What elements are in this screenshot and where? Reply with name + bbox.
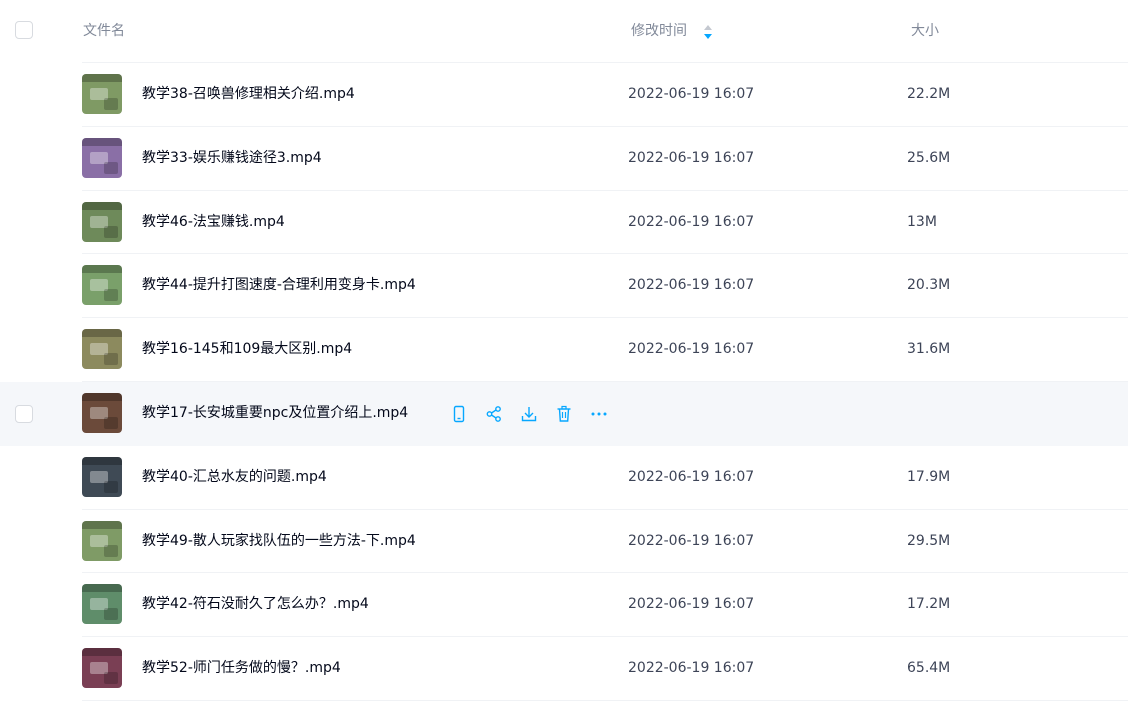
file-name[interactable]: 教学44-提升打图速度-合理利用变身卡.mp4 [142,275,416,295]
modified-time: 2022-06-19 16:07 [628,596,755,613]
phone-icon[interactable] [449,404,469,424]
video-thumbnail[interactable] [82,329,122,370]
file-name[interactable]: 教学38-召唤兽修理相关介绍.mp4 [142,84,355,104]
table-row[interactable]: 教学38-召唤兽修理相关介绍.mp4 2022-06-19 16:07 22.2M [0,63,1128,127]
video-thumbnail[interactable] [82,74,122,114]
table-row[interactable]: 教学49-散人玩家找队伍的一些方法-下.mp4 2022-06-19 16:07 2… [0,510,1128,574]
file-size: 65.4M [907,660,951,677]
file-list: 教学38-召唤兽修理相关介绍.mp4 2022-06-19 16:07 22.2M 教… [0,63,1128,701]
modified-time: 2022-06-19 16:07 [628,341,755,358]
table-row[interactable]: 教学52-师门任务做的慢？.mp4 2022-06-19 16:07 65.4M [0,637,1128,701]
file-name[interactable]: 教学17-长安城重要npc及位置介绍上.mp4 [142,403,408,423]
video-thumbnail[interactable] [82,648,122,689]
column-header-time[interactable]: 修改时间 [631,21,687,41]
video-thumbnail[interactable] [82,137,122,178]
video-thumbnail[interactable] [82,584,122,625]
modified-time: 2022-06-19 16:07 [628,213,755,230]
modified-time: 2022-06-19 16:07 [628,86,755,102]
file-size: 22.2M [907,86,951,102]
video-thumbnail[interactable] [82,265,122,306]
file-name[interactable]: 教学42-符石没耐久了怎么办？.mp4 [142,594,369,614]
table-row[interactable]: 教学16-145和109最大区别.mp4 2022-06-19 16:07 31.6… [0,318,1128,382]
video-thumbnail[interactable] [82,520,122,561]
table-row[interactable]: 教学40-汇总水友的问题.mp4 2022-06-19 16:07 17.9M [0,446,1128,510]
delete-icon[interactable] [554,404,574,424]
file-name[interactable]: 教学33-娱乐赚钱途径3.mp4 [142,148,322,168]
table-row[interactable]: 教学46-法宝赚钱.mp4 2022-06-19 16:07 13M [0,191,1128,255]
modified-time: 2022-06-19 16:07 [628,149,755,166]
share-icon[interactable] [484,404,504,424]
column-header-name[interactable]: 文件名 [83,21,125,41]
table-row[interactable]: 教学17-长安城重要npc及位置介绍上.mp4 [0,381,1128,446]
file-name[interactable]: 教学40-汇总水友的问题.mp4 [142,467,327,487]
file-size: 20.3M [907,277,951,294]
select-all-checkbox[interactable] [15,21,33,39]
file-size: 31.6M [907,341,951,358]
table-header: 文件名 修改时间 大小 [0,0,1128,63]
video-thumbnail[interactable] [82,456,122,497]
modified-time: 2022-06-19 16:07 [628,660,755,677]
file-name[interactable]: 教学46-法宝赚钱.mp4 [142,212,285,232]
file-size: 25.6M [907,149,951,166]
more-icon[interactable] [589,404,609,424]
column-header-size[interactable]: 大小 [911,21,939,41]
file-size: 13M [907,213,937,230]
file-name[interactable]: 教学16-145和109最大区别.mp4 [142,339,352,359]
table-row[interactable]: 教学44-提升打图速度-合理利用变身卡.mp4 2022-06-19 16:07 2… [0,254,1128,319]
modified-time: 2022-06-19 16:07 [628,277,755,294]
file-size: 29.5M [907,532,951,549]
file-name[interactable]: 教学52-师门任务做的慢？.mp4 [142,658,341,678]
table-row[interactable]: 教学33-娱乐赚钱途径3.mp4 2022-06-19 16:07 25.6M [0,127,1128,191]
modified-time: 2022-06-19 16:07 [628,468,755,485]
modified-time: 2022-06-19 16:07 [628,532,755,549]
video-thumbnail[interactable] [82,201,122,242]
file-size: 17.2M [907,596,951,613]
table-row[interactable]: 教学42-符石没耐久了怎么办？.mp4 2022-06-19 16:07 17.2M [0,573,1128,638]
sort-icon[interactable] [703,24,713,40]
download-icon[interactable] [519,404,539,424]
video-thumbnail[interactable] [82,392,122,433]
file-name[interactable]: 教学49-散人玩家找队伍的一些方法-下.mp4 [142,531,416,551]
row-checkbox[interactable] [15,404,33,423]
file-size: 17.9M [907,468,951,485]
